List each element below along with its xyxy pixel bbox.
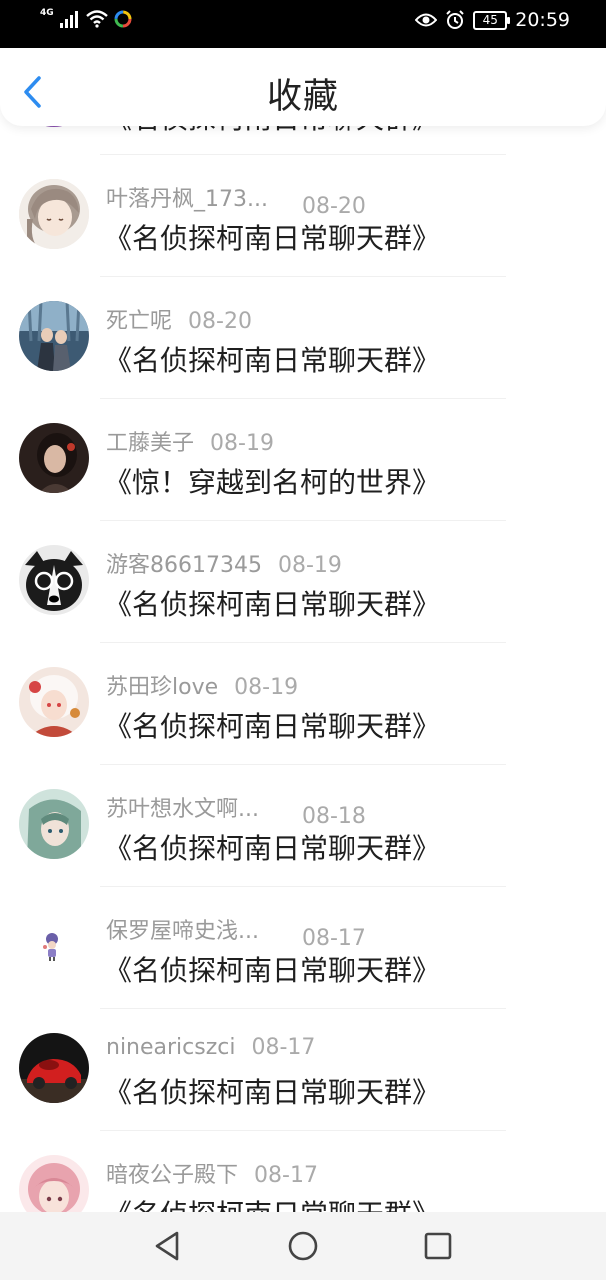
- post-title: 《名侦探柯南日常聊天群》: [104, 954, 441, 987]
- item-meta: 工藤美子 08-19: [106, 425, 274, 457]
- author-name[interactable]: 苏叶想水文啊...: [106, 791, 286, 823]
- list-item[interactable]: 工藤美子 08-19 《惊！穿越到名柯的世界》: [0, 399, 606, 521]
- post-title: 《名侦探柯南日常聊天群》: [104, 344, 441, 377]
- anime-white-hair-avatar: [19, 667, 89, 737]
- author-name[interactable]: 暗夜公子殿下: [106, 1157, 238, 1189]
- status-left: 4G: [40, 7, 132, 28]
- author-name[interactable]: 叶落丹枫_173...: [106, 181, 286, 213]
- post-date: 08-17: [251, 1035, 316, 1060]
- author-name[interactable]: 游客86617345: [106, 547, 262, 579]
- item-meta: 苏田珍love 08-19: [106, 669, 298, 701]
- post-date: 08-20: [188, 309, 252, 334]
- nav-recents-button[interactable]: [420, 1228, 456, 1264]
- list-item[interactable]: 苏叶想水文啊... 08-18 《名侦探柯南日常聊天群》: [0, 765, 606, 887]
- battery-icon: 45: [473, 10, 511, 30]
- system-nav-bar: [0, 1212, 606, 1280]
- dark-portrait-avatar: [19, 423, 89, 493]
- post-title: 《名侦探柯南日常聊天群》: [104, 710, 441, 743]
- post-title: 《惊！穿越到名柯的世界》: [104, 466, 441, 499]
- status-right: 45 20:59: [415, 9, 570, 31]
- nav-back-button[interactable]: [150, 1228, 186, 1264]
- post-title: 《名侦探柯南日常聊天群》: [104, 1076, 441, 1109]
- post-date: 08-17: [254, 1163, 318, 1188]
- post-date: 08-17: [302, 926, 366, 951]
- list-item[interactable]: 游客86617345 08-19 《名侦探柯南日常聊天群》: [0, 521, 606, 643]
- item-meta: 苏叶想水文啊... 08-18: [106, 791, 366, 829]
- couple-scene-avatar: [19, 301, 89, 371]
- post-date: 08-20: [302, 194, 366, 219]
- favorites-list-viewport[interactable]: 《名侦探柯南日常聊天群》 叶落丹枫_173... 08-20 《名侦探柯南日常聊天…: [0, 48, 606, 1212]
- item-meta: 死亡呢 08-20: [106, 303, 252, 335]
- item-meta: 叶落丹枫_173... 08-20: [106, 181, 366, 219]
- author-name[interactable]: 苏田珍love: [106, 669, 218, 701]
- post-title: 《名侦探柯南日常聊天群》: [104, 222, 441, 255]
- author-name[interactable]: 保罗屋啼史浅...: [106, 913, 286, 945]
- item-meta: 保罗屋啼史浅... 08-17: [106, 913, 366, 951]
- author-name[interactable]: 工藤美子: [106, 425, 194, 457]
- app-notification-icon: [114, 10, 132, 28]
- list-item[interactable]: 保罗屋啼史浅... 08-17 《名侦探柯南日常聊天群》: [0, 887, 606, 1009]
- back-triangle-icon: [155, 1231, 179, 1261]
- post-date: 08-18: [302, 804, 366, 829]
- author-name[interactable]: 死亡呢: [106, 303, 172, 335]
- post-date: 08-19: [234, 675, 299, 700]
- anime-girl-avatar: [19, 179, 89, 249]
- small-character-avatar: [19, 911, 89, 981]
- status-bar: 4G 45 20:59: [0, 0, 606, 48]
- post-date: 08-19: [277, 553, 342, 578]
- clock: 20:59: [515, 9, 570, 31]
- red-toy-car-avatar: [19, 1033, 89, 1103]
- list-item[interactable]: 暗夜公子殿下 08-17 《名侦探柯南日常聊天群》: [0, 1131, 606, 1212]
- post-date: 08-19: [210, 431, 274, 456]
- author-name[interactable]: ninearicszci: [106, 1035, 236, 1060]
- pink-hair-avatar: [19, 1155, 89, 1212]
- eye-icon: [415, 13, 438, 27]
- list-item[interactable]: 叶落丹枫_173... 08-20 《名侦探柯南日常聊天群》: [0, 155, 606, 277]
- list-item[interactable]: 苏田珍love 08-19 《名侦探柯南日常聊天群》: [0, 643, 606, 765]
- nav-home-button[interactable]: [285, 1228, 321, 1264]
- post-title: 《名侦探柯南日常聊天群》: [104, 588, 441, 621]
- signal-icon: [59, 11, 78, 28]
- favorites-list: 《名侦探柯南日常聊天群》 叶落丹枫_173... 08-20 《名侦探柯南日常聊天…: [0, 48, 606, 1212]
- list-item[interactable]: ninearicszci 08-17 《名侦探柯南日常聊天群》: [0, 1009, 606, 1131]
- page-title: 收藏: [266, 77, 339, 117]
- item-meta: ninearicszci 08-17: [106, 1035, 315, 1060]
- post-title: 《名侦探柯南日常聊天群》: [104, 1193, 440, 1212]
- anime-green-hair-avatar: [19, 789, 89, 859]
- recents-square-icon: [424, 1232, 452, 1260]
- wifi-icon: [85, 10, 108, 28]
- network-type: 4G: [40, 7, 54, 18]
- post-title: 《名侦探柯南日常聊天群》: [104, 832, 441, 865]
- list-item[interactable]: 死亡呢 08-20 《名侦探柯南日常聊天群》: [0, 277, 606, 399]
- item-meta: 暗夜公子殿下 08-17: [106, 1157, 318, 1189]
- app-header: 收藏: [0, 48, 606, 126]
- dog-glasses-avatar: [19, 545, 89, 615]
- alarm-icon: [446, 10, 464, 29]
- home-circle-icon: [288, 1231, 318, 1261]
- item-meta: 游客86617345 08-19: [106, 547, 342, 579]
